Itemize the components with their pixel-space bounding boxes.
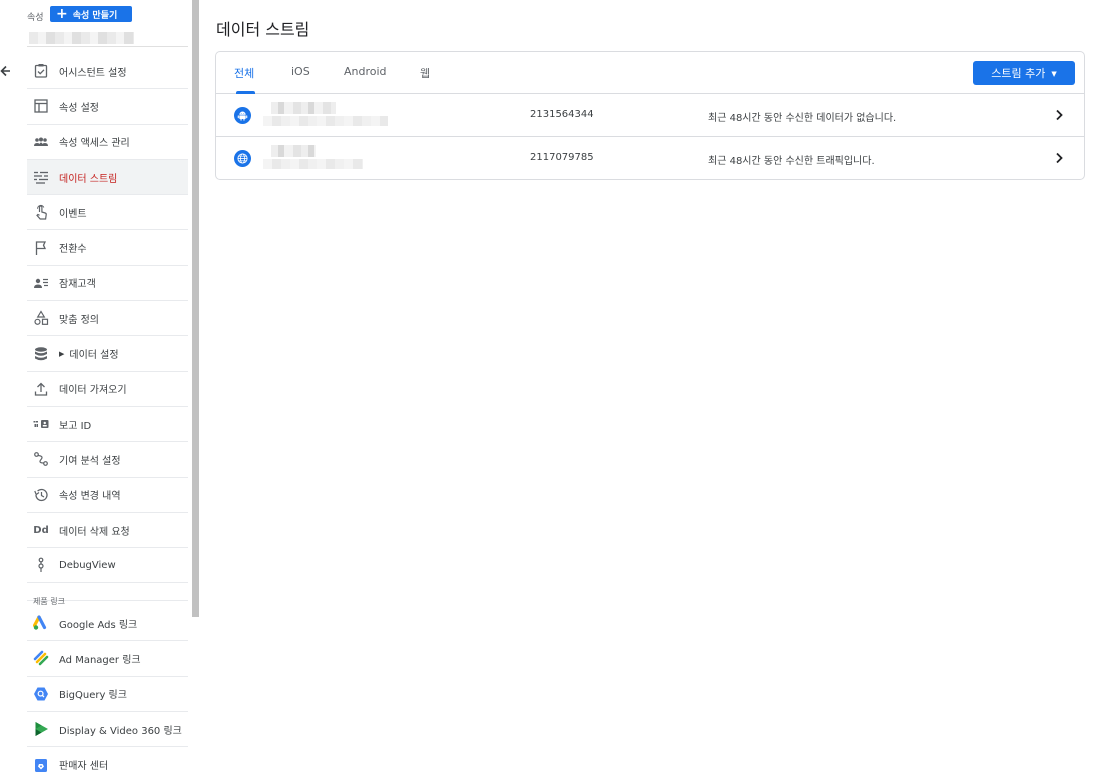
sidebar-item-label: 데이터 설정 [69,350,119,362]
chevron-right-icon[interactable] [1052,107,1066,123]
sidebar-item-google-ads-links[interactable]: Google Ads 링크 [27,606,188,642]
stream-name-redacted [271,102,336,114]
sidebar-item-property-change-history[interactable]: 속성 변경 내역 [27,478,188,513]
sidebar-item-property-access[interactable]: 속성 액세스 관리 [27,125,188,160]
sidebar-item-label: DebugView [59,559,116,571]
dropdown-arrow-icon: ▼ [1051,69,1057,78]
tab-ios[interactable]: iOS [291,65,310,78]
back-arrow-icon[interactable] [0,62,12,80]
merchant-center-icon [33,757,49,773]
property-nav-list: 어시스턴트 설정 속성 설정 속성 액세스 관리 데이터 스트림 이벤트 전환수… [27,54,188,584]
stream-status: 최근 48시간 동안 수신한 트래픽입니다. [708,156,875,167]
sidebar-item-label: 데이터 가져오기 [59,385,127,397]
stream-id: 2117079785 [530,152,594,163]
stream-id: 2131564344 [530,109,594,120]
sidebar-item-bigquery-links[interactable]: BigQuery 링크 [27,677,188,712]
sidebar-item-custom-definitions[interactable]: 맞춤 정의 [27,301,188,337]
sidebar-item-label: 판매자 센터 [59,761,109,773]
sidebar-item-data-deletion-requests[interactable]: Dd 데이터 삭제 요청 [27,513,188,549]
touch-icon [33,204,49,220]
sidebar-item-conversions[interactable]: 전환수 [27,230,188,266]
sidebar-item-label: 데이터 삭제 요청 [59,526,130,538]
add-stream-button[interactable]: 스트림 추가 ▼ [973,61,1075,85]
product-links-list: Google Ads 링크 Ad Manager 링크 BigQuery 링크 … [27,606,188,781]
audience-icon [33,275,49,291]
stream-name-redacted [271,145,316,157]
sidebar-item-label: 데이터 스트림 [59,173,118,185]
sidebar-item-data-import[interactable]: 데이터 가져오기 [27,372,188,407]
expand-caret-icon[interactable]: ▶ [59,350,64,358]
google-ads-icon [33,615,49,631]
attribution-icon [33,451,49,467]
property-label: 속성 [27,13,44,23]
add-stream-label: 스트림 추가 [991,67,1046,80]
sidebar-item-label: 맞춤 정의 [59,314,99,326]
database-icon [33,346,49,362]
sidebar-item-label: 이벤트 [59,208,87,220]
sidebar-item-label: 잠재고객 [59,279,96,291]
data-streams-card: 전체 iOS Android 웹 스트림 추가 ▼ 2131564344 최근 … [215,51,1085,180]
sidebar-item-property-settings[interactable]: 속성 설정 [27,89,188,125]
stream-url-redacted [263,116,388,126]
stream-row-web[interactable]: 2117079785 최근 48시간 동안 수신한 트래픽입니다. [216,137,1084,180]
sidebar-item-label: Display & Video 360 링크 [59,725,182,737]
sidebar-item-assistant-settings[interactable]: 어시스턴트 설정 [27,54,188,90]
sidebar-item-label: 전환수 [59,244,87,256]
globe-icon [234,150,251,167]
display-video-icon [33,721,49,737]
tab-all[interactable]: 전체 [234,65,254,81]
tab-android[interactable]: Android [344,65,387,78]
property-name-redacted [29,32,134,44]
data-deletion-icon: Dd [33,524,49,536]
sidebar: 속성 + 속성 만들기 어시스턴트 설정 속성 설정 속성 액세스 관리 데이터… [0,0,200,781]
sidebar-item-data-streams[interactable]: 데이터 스트림 [27,159,188,196]
property-header: 속성 + 속성 만들기 [27,6,189,50]
sidebar-item-label: Ad Manager 링크 [59,654,141,666]
bigquery-icon [33,686,49,702]
upload-icon [33,381,49,397]
sidebar-item-merchant-center[interactable]: 판매자 센터 [27,747,188,781]
divider [27,46,188,47]
sidebar-item-audiences[interactable]: 잠재고객 [27,266,188,302]
create-property-label: 속성 만들기 [72,10,118,21]
property-settings-icon [33,98,49,114]
sidebar-scrollbar[interactable] [192,0,199,617]
flag-icon [33,240,49,256]
sidebar-item-label: 속성 액세스 관리 [59,138,130,150]
chevron-right-icon[interactable] [1052,150,1066,166]
sidebar-item-display-video-links[interactable]: Display & Video 360 링크 [27,712,188,748]
shapes-icon [33,310,49,326]
plus-icon: + [56,5,68,22]
sidebar-item-label: BigQuery 링크 [59,690,127,702]
stream-url-redacted [263,159,363,169]
sidebar-item-events[interactable]: 이벤트 [27,195,188,231]
reporting-id-icon [33,416,49,432]
sidebar-item-debugview[interactable]: DebugView [27,548,188,584]
ad-manager-icon [33,650,49,666]
sidebar-item-label: 속성 변경 내역 [59,491,121,503]
history-icon [33,487,49,503]
sidebar-item-label: 어시스턴트 설정 [59,67,127,79]
page-title: 데이터 스트림 [216,20,310,39]
create-property-button[interactable]: + 속성 만들기 [50,6,132,22]
assistant-check-icon [33,63,49,79]
sidebar-item-label: 보고 ID [59,420,92,432]
tab-web[interactable]: 웹 [420,65,430,81]
sidebar-item-attribution-settings[interactable]: 기여 분석 설정 [27,442,188,478]
debug-icon [33,557,49,573]
sidebar-item-label: Google Ads 링크 [59,619,138,631]
people-icon [33,134,49,150]
sidebar-item-ad-manager-links[interactable]: Ad Manager 링크 [27,641,188,677]
sidebar-item-label: 속성 설정 [59,102,99,114]
android-icon [234,107,251,124]
sidebar-item-reporting-id[interactable]: 보고 ID [27,407,188,443]
data-streams-icon [33,169,49,185]
stream-type-tabs: 전체 iOS Android 웹 스트림 추가 ▼ [216,52,1084,94]
stream-row-android[interactable]: 2131564344 최근 48시간 동안 수신한 데이터가 없습니다. [216,94,1084,137]
sidebar-item-label: 기여 분석 설정 [59,455,121,467]
sidebar-item-data-settings[interactable]: ▶ 데이터 설정 [27,336,188,372]
stream-status: 최근 48시간 동안 수신한 데이터가 없습니다. [708,113,897,124]
